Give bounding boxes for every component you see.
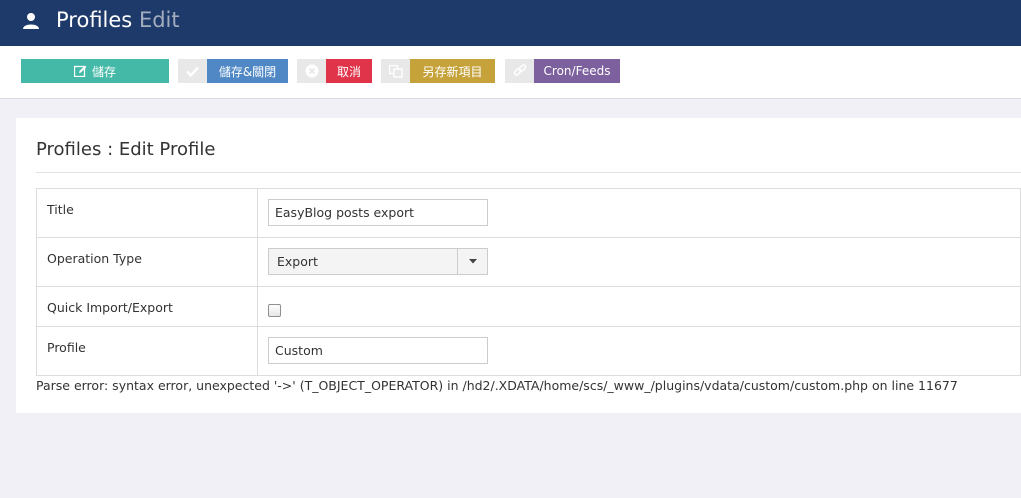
operation-type-select[interactable]: Export <box>268 248 488 275</box>
operation-type-label: Operation Type <box>36 237 258 287</box>
title-label: Title <box>36 188 258 238</box>
title-field-cell <box>257 188 1021 238</box>
save-as-new-button[interactable]: 另存新項目 <box>381 59 495 83</box>
title-input[interactable] <box>268 199 488 226</box>
cancel-button[interactable]: 取消 <box>297 59 372 83</box>
save-button[interactable]: 儲存 <box>21 59 169 83</box>
app-header: Profiles Edit <box>0 0 1021 46</box>
copy-icon <box>381 59 410 83</box>
edit-icon <box>73 65 87 77</box>
edit-profile-panel: Profiles : Edit Profile Title Operation … <box>16 118 1021 413</box>
parse-error-message: Parse error: syntax error, unexpected '-… <box>36 378 958 393</box>
page-title-main: Profiles <box>56 8 133 32</box>
caret-down-icon <box>468 259 477 264</box>
close-circle-icon <box>297 59 326 83</box>
form-row-operation-type: Operation Type Export <box>36 237 1021 287</box>
check-icon <box>178 59 207 83</box>
profile-label: Profile <box>36 326 258 376</box>
operation-type-cell: Export <box>257 237 1021 287</box>
user-icon <box>22 12 40 30</box>
save-close-button[interactable]: 儲存&關閉 <box>178 59 288 83</box>
link-icon <box>505 59 534 83</box>
form-row-title: Title <box>36 188 1021 238</box>
quick-field-cell <box>257 286 1021 327</box>
profile-input[interactable] <box>268 337 488 364</box>
page-title: Profiles Edit <box>56 8 180 32</box>
form-row-quick: Quick Import/Export <box>36 286 1021 327</box>
page-title-sub: Edit <box>138 8 180 32</box>
save-button-label: 儲存 <box>91 64 116 79</box>
panel-title: Profiles : Edit Profile <box>36 139 216 160</box>
cron-feeds-label: Cron/Feeds <box>534 59 620 83</box>
dropdown-toggle[interactable] <box>457 249 487 274</box>
cron-feeds-button[interactable]: Cron/Feeds <box>505 59 620 83</box>
save-as-new-label: 另存新項目 <box>410 59 495 83</box>
profile-form: Title Operation Type Export Quick Import <box>36 188 1021 376</box>
quick-import-export-checkbox[interactable] <box>268 304 281 317</box>
save-button-content: 儲存 <box>21 59 169 83</box>
quick-import-export-label: Quick Import/Export <box>36 286 258 327</box>
panel-divider <box>36 172 1021 173</box>
form-row-profile: Profile <box>36 326 1021 376</box>
save-close-label: 儲存&關閉 <box>207 59 288 83</box>
operation-type-value: Export <box>277 254 318 269</box>
profile-field-cell <box>257 326 1021 376</box>
cancel-label: 取消 <box>326 59 372 83</box>
toolbar: 儲存 儲存&關閉 取消 另存新項目 Cron/Feeds <box>0 46 1021 99</box>
